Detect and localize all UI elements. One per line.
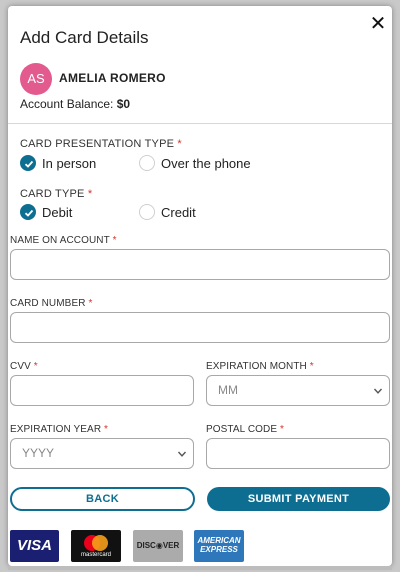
radio-checked-icon <box>20 155 36 171</box>
name-on-account-input[interactable] <box>10 249 390 280</box>
radio-checked-icon <box>20 204 36 220</box>
required-marker: * <box>112 235 117 246</box>
required-marker: * <box>280 424 285 435</box>
radio-label: Credit <box>161 204 196 220</box>
field-label-text: POSTAL CODE <box>206 424 278 435</box>
postal-code-label: POSTAL CODE * <box>206 424 284 435</box>
radio-in-person[interactable]: In person <box>20 155 96 171</box>
presentation-type-label: CARD PRESENTATION TYPE * <box>20 138 182 150</box>
discover-logo-icon: DISC◉VER <box>133 530 183 562</box>
amex-logo-text-line2: EXPRESS <box>200 545 238 554</box>
required-marker: * <box>104 424 109 435</box>
required-marker: * <box>33 361 38 372</box>
horizontal-scrollbar[interactable] <box>8 566 392 570</box>
radio-label: Over the phone <box>161 155 251 171</box>
chevron-down-icon <box>373 388 383 394</box>
add-card-modal: ✕ Add Card Details AS AMELIA ROMERO Acco… <box>8 6 392 566</box>
field-label-text: EXPIRATION YEAR <box>10 424 102 435</box>
field-label-text: EXPIRATION MONTH <box>206 361 307 372</box>
card-number-input[interactable] <box>10 312 390 343</box>
card-type-label: CARD TYPE * <box>20 188 92 200</box>
radio-label: Debit <box>42 204 73 220</box>
expiration-month-select[interactable]: MM <box>206 375 390 406</box>
required-marker: * <box>177 138 182 150</box>
radio-unchecked-icon <box>139 204 155 220</box>
required-marker: * <box>88 298 93 309</box>
radio-debit[interactable]: Debit <box>20 204 72 220</box>
account-balance: Account Balance: $0 <box>20 97 130 111</box>
expiration-year-label: EXPIRATION YEAR * <box>10 424 108 435</box>
submit-payment-button[interactable]: SUBMIT PAYMENT <box>207 487 390 511</box>
select-value: YYYY <box>22 446 55 460</box>
radio-unchecked-icon <box>139 155 155 171</box>
field-label-text: CVV <box>10 361 31 372</box>
presentation-type-text: CARD PRESENTATION TYPE <box>20 138 175 150</box>
card-type-text: CARD TYPE <box>20 188 85 200</box>
select-value: MM <box>218 383 238 397</box>
field-label-text: NAME ON ACCOUNT <box>10 235 110 246</box>
amex-logo-icon: AMERICAN EXPRESS <box>194 530 244 562</box>
visa-logo-icon: VISA <box>10 530 59 562</box>
amex-logo-text-line1: AMERICAN <box>197 536 241 545</box>
radio-label: In person <box>42 155 97 171</box>
cvv-label: CVV * <box>10 361 38 372</box>
balance-label: Account Balance: <box>20 97 114 111</box>
modal-title: Add Card Details <box>20 28 149 47</box>
balance-value: $0 <box>116 97 131 111</box>
expiration-year-select[interactable]: YYYY <box>10 438 194 469</box>
chevron-down-icon <box>177 451 187 457</box>
back-button[interactable]: BACK <box>10 487 195 511</box>
visa-logo-text: VISA <box>16 537 52 554</box>
close-icon[interactable]: ✕ <box>368 14 388 34</box>
radio-credit[interactable]: Credit <box>139 204 196 220</box>
mastercard-logo-icon: mastercard <box>71 530 121 562</box>
field-label-text: CARD NUMBER <box>10 298 86 309</box>
postal-code-input[interactable] <box>206 438 390 469</box>
card-number-label: CARD NUMBER * <box>10 298 92 309</box>
divider <box>8 123 392 124</box>
customer-name: AMELIA ROMERO <box>59 71 166 85</box>
radio-over-the-phone[interactable]: Over the phone <box>139 155 251 171</box>
cvv-input[interactable] <box>10 375 194 406</box>
discover-logo-text: DISC◉VER <box>136 541 180 550</box>
expiration-month-label: EXPIRATION MONTH * <box>206 361 314 372</box>
name-on-account-label: NAME ON ACCOUNT * <box>10 235 117 246</box>
required-marker: * <box>309 361 314 372</box>
mastercard-logo-text: mastercard <box>80 552 111 558</box>
required-marker: * <box>87 188 93 200</box>
avatar: AS <box>20 63 52 95</box>
